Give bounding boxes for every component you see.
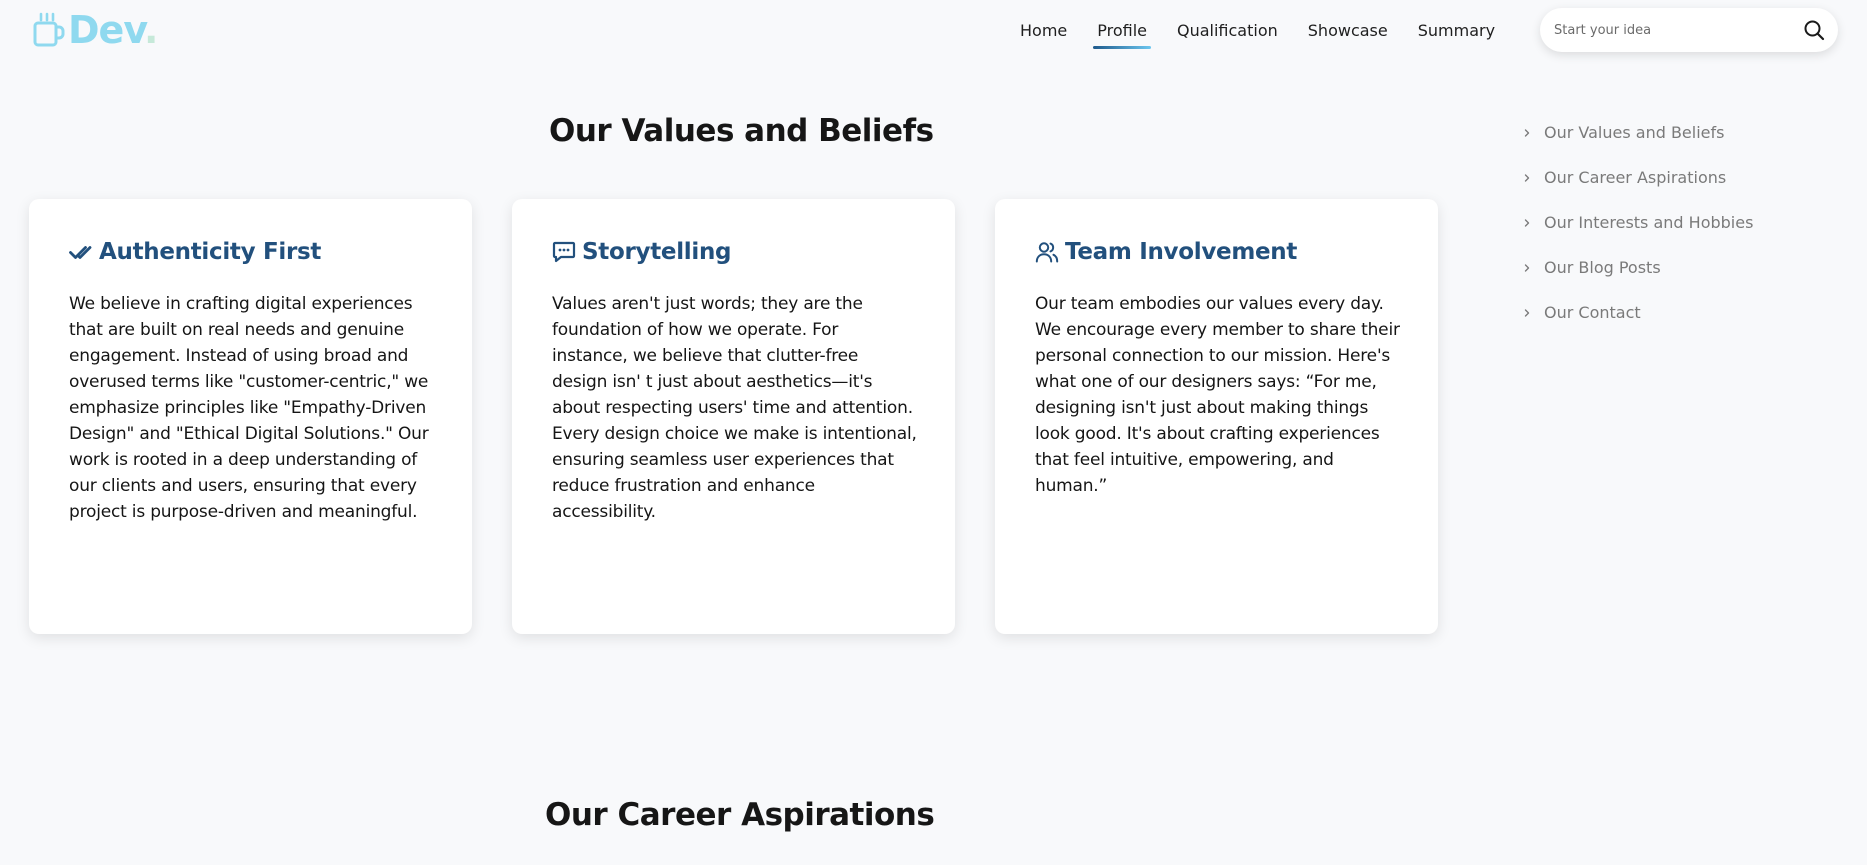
brand-name: Dev. [68,8,158,52]
card-title-text: Team Involvement [1065,239,1298,265]
double-check-icon [69,246,92,259]
value-card-storytelling: Storytelling Values aren't just words; t… [512,199,955,634]
card-body: Values aren't just words; they are the f… [552,294,917,522]
card-title-text: Storytelling [582,239,732,265]
toc-item-label: Our Values and Beliefs [1544,123,1725,142]
toc-item-label: Our Interests and Hobbies [1544,213,1754,232]
site-header: Dev. Home Profile Qualification Showcase… [0,0,1867,62]
toc-item-blog[interactable]: Our Blog Posts [1522,245,1753,290]
toc-item-label: Our Blog Posts [1544,258,1661,277]
main-nav: Home Profile Qualification Showcase Summ… [1020,18,1495,49]
brand-logo[interactable]: Dev. [32,8,158,52]
user-group-icon [1035,242,1059,263]
chevron-right-icon [1524,263,1530,272]
chat-bubble-icon [552,241,576,263]
search-icon[interactable] [1802,18,1826,42]
table-of-contents: Our Values and Beliefs Our Career Aspira… [1522,110,1753,335]
chevron-right-icon [1524,128,1530,137]
search-box [1540,8,1838,52]
card-body: We believe in crafting digital experienc… [69,294,429,522]
brand-dot: . [144,8,158,52]
values-section-title: Our Values and Beliefs [549,113,934,149]
career-section-title: Our Career Aspirations [545,797,935,833]
toc-item-label: Our Career Aspirations [1544,168,1727,187]
card-title: Storytelling [552,235,917,269]
toc-item-label: Our Contact [1544,303,1641,322]
toc-item-contact[interactable]: Our Contact [1522,290,1753,335]
search-input[interactable] [1540,21,1780,39]
coffee-mug-icon [33,12,65,47]
card-title-text: Authenticity First [99,239,322,265]
nav-profile[interactable]: Profile [1093,18,1151,49]
chevron-right-icon [1524,308,1530,317]
nav-home[interactable]: Home [1020,18,1067,44]
nav-showcase[interactable]: Showcase [1308,18,1388,44]
toc-item-interests[interactable]: Our Interests and Hobbies [1522,200,1753,245]
toc-item-values[interactable]: Our Values and Beliefs [1522,110,1753,155]
card-body: Our team embodies our values every day. … [1035,294,1400,496]
toc-item-career[interactable]: Our Career Aspirations [1522,155,1753,200]
card-title: Authenticity First [69,235,434,269]
chevron-right-icon [1524,173,1530,182]
value-card-team: Team Involvement Our team embodies our v… [995,199,1438,634]
value-card-authenticity: Authenticity First We believe in craftin… [29,199,472,634]
card-title: Team Involvement [1035,235,1400,269]
nav-qualification[interactable]: Qualification [1177,18,1278,44]
nav-summary[interactable]: Summary [1418,18,1495,44]
chevron-right-icon [1524,218,1530,227]
